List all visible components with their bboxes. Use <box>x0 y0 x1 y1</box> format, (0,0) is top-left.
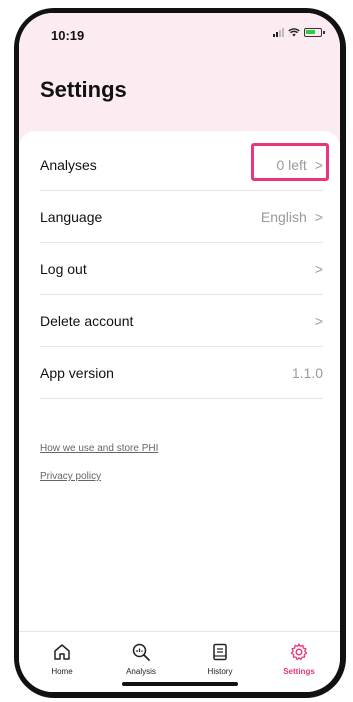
tab-label: Analysis <box>126 667 156 676</box>
row-delete-account[interactable]: Delete account > <box>40 295 323 347</box>
tab-settings[interactable]: Settings <box>269 642 329 676</box>
row-value-group: 1.1.0 <box>292 365 323 381</box>
home-indicator <box>122 682 238 686</box>
home-icon <box>54 644 70 660</box>
status-bar: 10:19 <box>19 13 340 57</box>
row-value-group: English > <box>261 209 323 225</box>
row-label: Log out <box>40 260 87 277</box>
phi-policy-link[interactable]: How we use and store PHI <box>40 443 158 454</box>
settings-gear-icon <box>290 643 308 661</box>
row-label: Language <box>40 208 103 225</box>
row-label: App version <box>40 364 114 381</box>
row-app-version: App version 1.1.0 <box>40 347 323 399</box>
row-log-out[interactable]: Log out > <box>40 243 323 295</box>
wifi-icon <box>288 28 300 37</box>
tab-label: Home <box>51 667 73 676</box>
chevron-right-icon: > <box>314 208 323 225</box>
highlight-box <box>251 143 329 181</box>
language-value: English <box>260 208 307 225</box>
page-title: Settings <box>40 77 127 102</box>
analysis-search-icon <box>132 643 150 661</box>
row-analyses[interactable]: Analyses 0 left > <box>40 139 329 191</box>
row-language[interactable]: Language English > <box>40 191 323 243</box>
history-document-icon <box>213 643 227 661</box>
phone-screen: 10:19 Settings Analyses 0 left > Languag… <box>19 13 340 692</box>
status-icons <box>273 28 325 37</box>
battery-icon <box>304 28 325 37</box>
row-value-group: > <box>315 313 323 329</box>
tab-analysis[interactable]: Analysis <box>111 642 171 676</box>
signal-icon <box>273 28 284 37</box>
row-label: Delete account <box>40 312 134 329</box>
chevron-right-icon: > <box>314 260 323 277</box>
settings-content: Analyses 0 left > Language English > Log… <box>19 131 340 631</box>
privacy-policy-link[interactable]: Privacy policy <box>40 471 101 482</box>
chevron-right-icon: > <box>314 312 323 329</box>
status-time: 10:19 <box>51 28 85 43</box>
tab-label: Settings <box>283 667 315 676</box>
row-label: Analyses <box>40 156 97 173</box>
tab-home[interactable]: Home <box>32 642 92 676</box>
app-version-value: 1.1.0 <box>291 364 323 381</box>
row-value-group: > <box>315 261 323 277</box>
tab-history[interactable]: History <box>190 642 250 676</box>
tab-label: History <box>207 667 233 676</box>
